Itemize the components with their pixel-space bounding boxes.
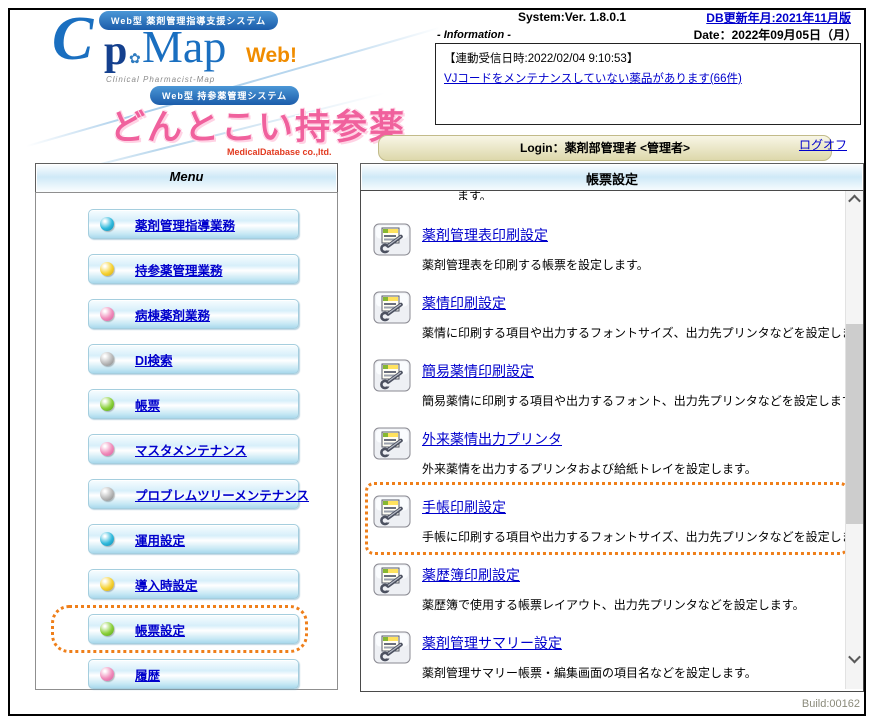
- scrollbar[interactable]: [845, 191, 863, 689]
- document-wrench-icon[interactable]: [373, 427, 411, 460]
- menu-item[interactable]: 病棟薬剤業務: [88, 299, 299, 329]
- logo-word-map: Map: [142, 21, 227, 72]
- document-wrench-icon[interactable]: [373, 631, 411, 664]
- logo-word-web: Web!: [246, 44, 297, 67]
- menu-item[interactable]: 履歴: [88, 659, 299, 689]
- information-title: - Information -: [437, 29, 511, 41]
- bullet-icon: [100, 397, 114, 411]
- login-status-bar: Login：薬剤部管理者 <管理者>: [378, 135, 832, 161]
- menu-item[interactable]: 帳票: [88, 389, 299, 419]
- menu-item-link[interactable]: 帳票: [135, 395, 160, 414]
- company-name: MedicalDatabase co.,ltd.: [227, 147, 332, 157]
- menu-item[interactable]: マスタメンテナンス: [88, 434, 299, 464]
- system-version: System:Ver. 1.8.0.1: [518, 10, 627, 24]
- report-setting-text: 薬剤管理サマリー設定 薬剤管理サマリー帳票・編集画面の項目名などを設定します。: [422, 631, 757, 681]
- menu-item[interactable]: 導入時設定: [88, 569, 299, 599]
- report-setting-text: 外来薬情出力プリンタ 外来薬情を出力するプリンタおよび給紙トレイを設定します。: [422, 427, 757, 477]
- document-wrench-icon[interactable]: [373, 495, 411, 528]
- menu-item-link[interactable]: プロブレムツリーメンテナンス: [135, 485, 309, 504]
- scrollbar-thumb[interactable]: [846, 324, 863, 524]
- document-wrench-icon[interactable]: [373, 223, 411, 256]
- date-label: Date：2022年09月05日（月）: [693, 28, 857, 42]
- menu-panel-title: Menu: [35, 163, 338, 194]
- bullet-icon: [100, 622, 114, 636]
- menu-item[interactable]: 帳票設定: [51, 605, 308, 653]
- menu-item-link[interactable]: 導入時設定: [135, 575, 198, 594]
- linked-receive-datetime: 【連動受信日時:2022/02/04 9:10:53】: [444, 53, 639, 65]
- document-wrench-icon[interactable]: [373, 291, 411, 324]
- build-number: Build:00162: [801, 698, 860, 710]
- bullet-icon: [100, 577, 114, 591]
- report-setting-link[interactable]: 手帳印刷設定: [422, 499, 506, 515]
- report-setting-item: 薬剤管理サマリー設定 薬剤管理サマリー帳票・編集画面の項目名などを設定します。: [373, 631, 833, 691]
- db-update-link[interactable]: DB更新年月:2021年11月版: [706, 9, 851, 26]
- report-setting-desc: 手帳に印刷する項目や出力するフォントサイズ、出力先プリンタなどを設定します。: [422, 530, 864, 544]
- logo-banner-top: Web型 薬剤管理指導支援システム: [99, 11, 279, 30]
- scroll-up-icon[interactable]: [846, 191, 863, 208]
- report-setting-text: 薬歴簿印刷設定 薬歴簿で使用する帳票レイアウト、出力先プリンタなどを設定します。: [422, 563, 805, 613]
- report-settings-list: 薬剤管理表印刷設定 薬剤管理表を印刷する帳票を設定します。 薬情印刷設定 薬情に…: [365, 223, 863, 691]
- report-setting-link[interactable]: 薬剤管理サマリー設定: [422, 635, 562, 651]
- bullet-icon: [100, 487, 114, 501]
- report-setting-desc: 薬情に印刷する項目や出力するフォントサイズ、出力先プリンタなどを設定します。: [422, 326, 864, 340]
- report-setting-item: 簡易薬情印刷設定 簡易薬情に印刷する項目や出力するフォント、出力先プリンタなどを…: [373, 359, 863, 427]
- menu-item[interactable]: 持参薬管理業務: [88, 254, 299, 284]
- menu-item[interactable]: DI検索: [88, 344, 299, 374]
- report-setting-text: 薬剤管理表印刷設定 薬剤管理表を印刷する帳票を設定します。: [422, 223, 649, 273]
- report-setting-item: 薬情印刷設定 薬情に印刷する項目や出力するフォントサイズ、出力先プリンタなどを設…: [373, 291, 863, 359]
- bullet-icon: [100, 217, 114, 231]
- menu-item[interactable]: 運用設定: [88, 524, 299, 554]
- menu-item-link[interactable]: 帳票設定: [135, 620, 185, 639]
- report-setting-desc: 薬剤管理表を印刷する帳票を設定します。: [422, 258, 649, 272]
- logo-letter-c: C: [52, 5, 94, 73]
- bullet-icon: [100, 442, 114, 456]
- menu-item-link[interactable]: 病棟薬剤業務: [135, 305, 210, 324]
- menu-item-link[interactable]: 履歴: [135, 665, 160, 684]
- report-setting-desc: 簡易薬情に印刷する項目や出力するフォント、出力先プリンタなどを設定します。: [422, 394, 864, 408]
- menu-list: 薬剤管理指導業務 持参薬管理業務 病棟薬剤業務 DI検索 帳票 マスタメンテナン…: [51, 209, 309, 704]
- report-setting-link[interactable]: 外来薬情出力プリンタ: [422, 431, 562, 447]
- report-setting-link[interactable]: 薬剤管理表印刷設定: [422, 227, 548, 243]
- menu-item-link[interactable]: DI検索: [135, 350, 173, 369]
- clipped-scrolled-text: ます。: [457, 190, 492, 200]
- logo-tagline: Clinical Pharmacist-Map: [106, 75, 216, 84]
- report-setting-link[interactable]: 薬歴簿印刷設定: [422, 567, 520, 583]
- menu-panel: 薬剤管理指導業務 持参薬管理業務 病棟薬剤業務 DI検索 帳票 マスタメンテナン…: [35, 192, 338, 690]
- report-setting-desc: 薬歴簿で使用する帳票レイアウト、出力先プリンタなどを設定します。: [422, 598, 805, 612]
- bullet-icon: [100, 532, 114, 546]
- bullet-icon: [100, 262, 114, 276]
- report-setting-item: 薬歴簿印刷設定 薬歴簿で使用する帳票レイアウト、出力先プリンタなどを設定します。: [373, 563, 833, 631]
- report-setting-item: 手帳印刷設定 手帳に印刷する項目や出力するフォントサイズ、出力先プリンタなどを設…: [365, 482, 863, 563]
- bullet-icon: [100, 352, 114, 366]
- bullet-icon: [100, 307, 114, 321]
- report-setting-desc: 薬剤管理サマリー帳票・編集画面の項目名などを設定します。: [422, 666, 757, 680]
- report-setting-link[interactable]: 薬情印刷設定: [422, 295, 506, 311]
- report-setting-text: 手帳印刷設定 手帳に印刷する項目や出力するフォントサイズ、出力先プリンタなどを設…: [422, 495, 864, 545]
- flower-icon: ✿: [129, 50, 141, 66]
- menu-item-link[interactable]: 薬剤管理指導業務: [135, 215, 235, 234]
- logo-letter-p: p: [104, 28, 128, 74]
- report-setting-desc: 外来薬情を出力するプリンタおよび給紙トレイを設定します。: [422, 462, 757, 476]
- document-wrench-icon[interactable]: [373, 359, 411, 392]
- scroll-down-icon[interactable]: [846, 650, 863, 667]
- document-wrench-icon[interactable]: [373, 563, 411, 596]
- report-settings-panel: ます。 薬剤管理表印刷設定 薬剤管理表を印刷する帳票を設定します。 薬情印刷設定…: [360, 190, 864, 692]
- menu-item[interactable]: 薬剤管理指導業務: [88, 209, 299, 239]
- information-box: 【連動受信日時:2022/02/04 9:10:53】 VJコードをメンテナンス…: [435, 43, 861, 125]
- cpmap-web-app: { "logo": { "banner1": "Web型 薬剤管理指導支援システ…: [0, 0, 875, 725]
- logoff-link[interactable]: ログオフ: [799, 136, 847, 153]
- menu-item-link[interactable]: 運用設定: [135, 530, 185, 549]
- product-name: どんとこい持参薬: [110, 108, 407, 147]
- menu-item[interactable]: プロブレムツリーメンテナンス: [88, 479, 309, 509]
- report-setting-text: 薬情印刷設定 薬情に印刷する項目や出力するフォントサイズ、出力先プリンタなどを設…: [422, 291, 864, 341]
- report-setting-item: 薬剤管理表印刷設定 薬剤管理表を印刷する帳票を設定します。: [373, 223, 833, 291]
- menu-item-link[interactable]: マスタメンテナンス: [135, 440, 247, 459]
- report-setting-link[interactable]: 簡易薬情印刷設定: [422, 363, 534, 379]
- report-setting-text: 簡易薬情印刷設定 簡易薬情に印刷する項目や出力するフォント、出力先プリンタなどを…: [422, 359, 864, 409]
- bullet-icon: [100, 667, 114, 681]
- yj-code-warning-link[interactable]: VJコードをメンテナンスしていない薬品があります(66件): [444, 73, 742, 85]
- menu-item-link[interactable]: 持参薬管理業務: [135, 260, 223, 279]
